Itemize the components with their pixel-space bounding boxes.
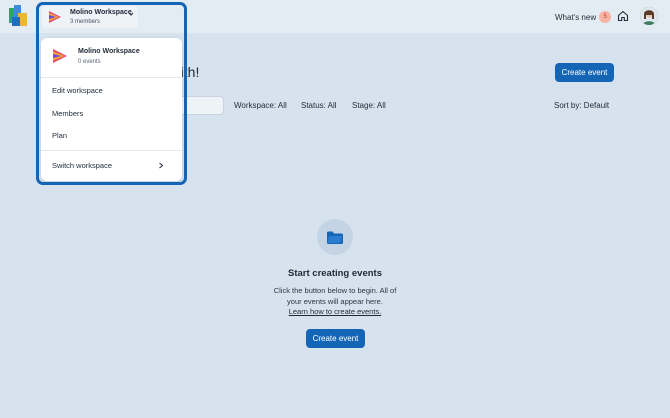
app-logo-icon[interactable] xyxy=(9,5,29,27)
avatar[interactable] xyxy=(640,7,658,25)
learn-more-link[interactable]: Learn how to create events. xyxy=(250,307,420,316)
switch-workspace-label: Switch workspace xyxy=(52,161,113,170)
divider xyxy=(41,150,182,151)
dropdown-workspace-name: Molino Workspace xyxy=(78,48,140,55)
chevron-right-icon xyxy=(159,162,164,169)
create-event-center-button[interactable]: Create event xyxy=(306,329,365,348)
chevron-down-icon xyxy=(128,12,134,16)
dropdown-workspace-header[interactable]: Molino Workspace 0 events xyxy=(41,38,182,73)
home-icon[interactable] xyxy=(617,10,629,22)
search-input[interactable] xyxy=(176,96,224,115)
sort-dropdown[interactable]: Sort by: Default xyxy=(554,101,609,110)
whats-new-label: What's new xyxy=(555,12,597,22)
dropdown-events-count: 0 events xyxy=(78,59,101,65)
menu-item-members[interactable]: Members xyxy=(52,109,83,118)
workspace-logo-icon xyxy=(53,49,67,63)
workspace-logo-icon xyxy=(49,11,61,23)
menu-item-switch-workspace[interactable]: Switch workspace xyxy=(41,156,182,176)
workspace-filter[interactable]: Workspace: All xyxy=(234,101,287,110)
folder-icon xyxy=(327,231,343,244)
workspace-members: 3 members xyxy=(70,19,101,25)
status-filter[interactable]: Status: All xyxy=(301,101,337,110)
workspace-name: Molino Workspace xyxy=(70,9,132,16)
stage-filter[interactable]: Stage: All xyxy=(352,101,386,110)
workspace-switcher[interactable]: Molino Workspace 3 members xyxy=(42,6,138,28)
whats-new-button[interactable]: What's new 5 xyxy=(555,11,612,23)
divider xyxy=(41,77,182,78)
create-event-button[interactable]: Create event xyxy=(555,63,614,82)
menu-item-edit-workspace[interactable]: Edit workspace xyxy=(52,86,103,95)
empty-state-title: Start creating events xyxy=(288,268,382,279)
workspace-dropdown: Molino Workspace 0 events Edit workspace… xyxy=(41,38,182,181)
notification-badge: 5 xyxy=(599,11,612,23)
empty-state-folder xyxy=(317,219,353,255)
menu-item-plan[interactable]: Plan xyxy=(52,131,67,140)
empty-state-line-1: Click the button below to begin. All of xyxy=(273,286,397,295)
empty-state-text: Click the button below to begin. All of … xyxy=(260,285,410,307)
empty-state-line-2: your events will appear here. xyxy=(287,297,383,306)
